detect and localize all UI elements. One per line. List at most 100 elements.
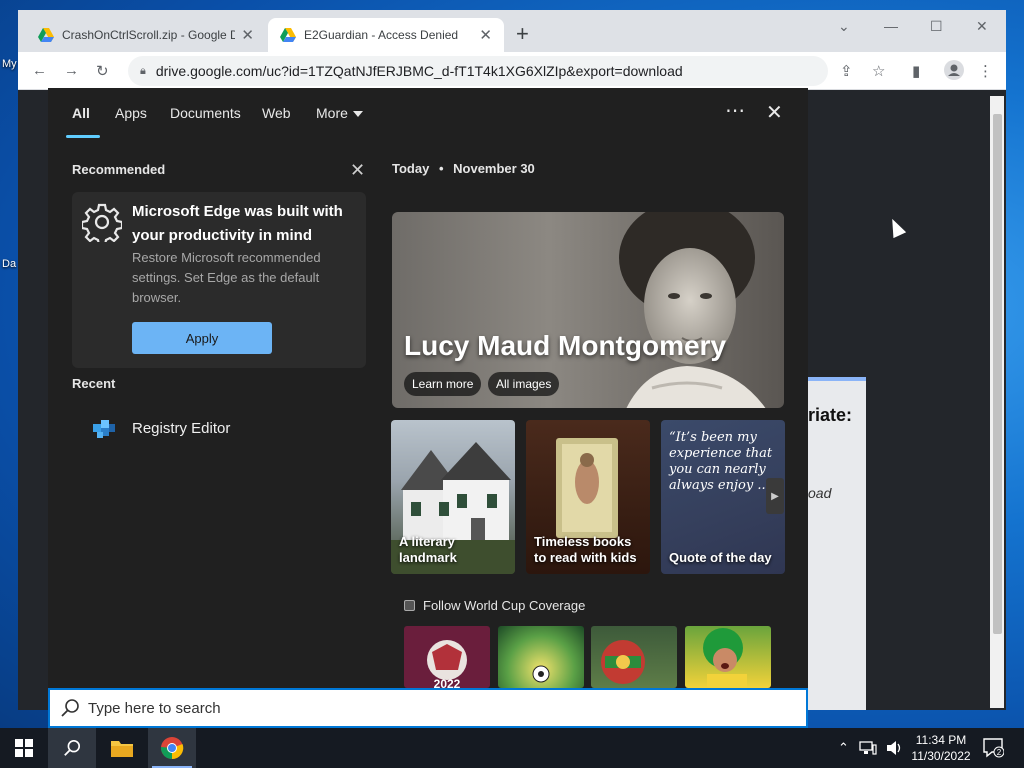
lock-icon: 🔒︎ xyxy=(140,64,146,77)
chrome-taskbar-button[interactable] xyxy=(148,728,196,768)
soccer-ball-image xyxy=(532,665,550,683)
recommended-title: Recommended xyxy=(72,162,166,177)
taskbar-clock[interactable]: 11:34 PM 11/30/2022 xyxy=(906,732,976,764)
browser-menu-icon[interactable]: ⋮ xyxy=(978,62,993,80)
google-drive-icon xyxy=(280,28,296,42)
start-button[interactable] xyxy=(0,728,48,768)
page-link-fragment[interactable]: oad xyxy=(808,485,831,501)
taskbar: ⌃ 11:34 PM 11/30/2022 2 xyxy=(0,728,1024,768)
clock-time: 11:34 PM xyxy=(915,733,967,747)
dismiss-recommended-icon[interactable]: ✕ xyxy=(350,160,365,181)
more-options-icon[interactable]: ⋯ xyxy=(725,98,745,123)
nav-more-label: More xyxy=(316,105,348,121)
address-url: drive.google.com/uc?id=1TZQatNJfERJBMC_d… xyxy=(155,63,683,79)
recent-title: Recent xyxy=(72,376,116,391)
next-arrow-icon[interactable]: ▶ xyxy=(766,478,784,514)
page-scrollbar[interactable] xyxy=(990,96,1004,708)
learn-more-button[interactable]: Learn more xyxy=(404,372,482,396)
side-panel-icon[interactable]: ▮ xyxy=(912,62,920,80)
nav-active-indicator xyxy=(66,135,100,138)
reload-icon[interactable]: ↻ xyxy=(96,62,109,80)
taskbar-search-box[interactable] xyxy=(48,688,808,728)
tab-close-icon[interactable]: ✕ xyxy=(479,26,492,44)
chevron-down-icon xyxy=(352,111,363,118)
recommended-card-description: Restore Microsoft recommended settings. … xyxy=(132,250,321,305)
close-window-icon[interactable]: ✕ xyxy=(976,18,988,35)
today-header: Today • November 30 xyxy=(392,161,535,176)
search-icon xyxy=(61,699,79,717)
close-panel-icon[interactable]: ✕ xyxy=(766,100,783,125)
tab-title: E2Guardian - Access Denied xyxy=(304,28,459,42)
flag-ball-image xyxy=(601,640,645,684)
world-cup-title-text: Follow World Cup Coverage xyxy=(423,598,586,613)
nav-tab-web[interactable]: Web xyxy=(262,105,291,121)
gear-icon xyxy=(82,203,122,242)
nav-tab-apps[interactable]: Apps xyxy=(115,105,147,121)
network-icon[interactable] xyxy=(859,741,877,755)
taskbar-search-button[interactable] xyxy=(48,728,96,768)
tile-caption: A literary landmark xyxy=(399,534,457,565)
folder-icon xyxy=(111,741,133,757)
page-content-card: riate: oad xyxy=(808,377,866,710)
volume-icon[interactable] xyxy=(885,740,903,756)
today-separator: • xyxy=(438,161,444,176)
system-tray: ⌃ xyxy=(838,728,903,768)
notification-count: 2 xyxy=(997,748,1002,757)
forward-arrow-icon[interactable]: → xyxy=(64,62,79,79)
world-cup-thumb-3[interactable] xyxy=(591,626,677,688)
desktop-icon-label-da[interactable]: Da xyxy=(2,258,16,270)
world-cup-thumb-4[interactable] xyxy=(685,626,771,688)
registry-editor-icon xyxy=(93,420,115,438)
tab-close-icon[interactable]: ✕ xyxy=(241,26,254,44)
nav-tab-more[interactable]: More xyxy=(316,105,363,121)
profile-avatar-icon[interactable] xyxy=(944,60,964,84)
tile-caption: Timeless books to read with kids xyxy=(534,534,637,565)
world-cup-thumb-1[interactable]: 2022 xyxy=(404,626,490,688)
nav-tab-all[interactable]: All xyxy=(72,105,90,121)
nav-tab-documents[interactable]: Documents xyxy=(170,105,241,121)
share-icon[interactable]: ⇪ xyxy=(840,62,853,80)
hero-card[interactable]: Lucy Maud Montgomery Learn more All imag… xyxy=(392,212,784,408)
search-icon xyxy=(64,739,81,756)
recommended-card-title: Microsoft Edge was built with your produ… xyxy=(132,203,343,244)
world-cup-logo-image: 2022 xyxy=(427,640,467,688)
world-cup-title[interactable]: Follow World Cup Coverage xyxy=(404,598,585,613)
show-hidden-icons-chevron-icon[interactable]: ⌃ xyxy=(838,740,849,756)
tile-timeless-books[interactable]: Timeless books to read with kids xyxy=(526,420,650,574)
search-nav: All Apps Documents Web More ⋯ ✕ xyxy=(48,88,808,138)
apply-button[interactable]: Apply xyxy=(132,322,272,354)
search-input[interactable] xyxy=(88,699,768,717)
scrollbar-thumb[interactable] xyxy=(993,114,1002,634)
sports-icon xyxy=(404,600,415,611)
bookmark-star-icon[interactable]: ☆ xyxy=(872,62,885,80)
tab-google-drive[interactable]: CrashOnCtrlScroll.zip - Google Drive ✕ xyxy=(26,18,266,52)
tab-strip: CrashOnCtrlScroll.zip - Google Drive ✕ E… xyxy=(18,10,1006,52)
tab-search-chevron-icon[interactable]: ⌄ xyxy=(838,18,850,35)
page-heading-fragment: riate: xyxy=(808,405,853,425)
world-cup-thumb-2[interactable] xyxy=(498,626,584,688)
desktop-icon-label-my[interactable]: My xyxy=(2,58,17,70)
address-bar[interactable]: 🔒︎ drive.google.com/uc?id=1TZQatNJfERJBM… xyxy=(128,56,828,86)
browser-toolbar: ← → ↻ 🔒︎ drive.google.com/uc?id=1TZQatNJ… xyxy=(18,52,1006,90)
notification-center-icon[interactable]: 2 xyxy=(982,736,1004,758)
fan-image xyxy=(703,628,747,688)
today-label: Today xyxy=(392,161,430,176)
today-date: November 30 xyxy=(453,161,535,176)
portrait-image xyxy=(619,212,766,408)
clock-date: 11/30/2022 xyxy=(911,749,971,763)
recent-item-registry-editor[interactable]: Registry Editor xyxy=(90,414,230,442)
quote-text: “It’s been my experience that you can ne… xyxy=(669,430,773,493)
google-drive-icon xyxy=(38,28,54,42)
tile-caption: Quote of the day xyxy=(669,550,772,565)
new-tab-plus-icon[interactable]: + xyxy=(516,23,529,45)
minimize-icon[interactable]: — xyxy=(884,18,898,34)
maximize-icon[interactable]: ☐ xyxy=(930,18,943,35)
recommended-card: Microsoft Edge was built with your produ… xyxy=(72,192,366,368)
tile-literary-landmark[interactable]: A literary landmark xyxy=(391,420,515,574)
back-arrow-icon[interactable]: ← xyxy=(32,62,47,79)
hero-title: Lucy Maud Montgomery xyxy=(404,330,727,361)
file-explorer-button[interactable] xyxy=(98,728,146,768)
tab-e2guardian[interactable]: E2Guardian - Access Denied ✕ xyxy=(268,18,504,52)
world-cup-year: 2022 xyxy=(434,677,461,688)
all-images-button[interactable]: All images xyxy=(488,372,560,396)
